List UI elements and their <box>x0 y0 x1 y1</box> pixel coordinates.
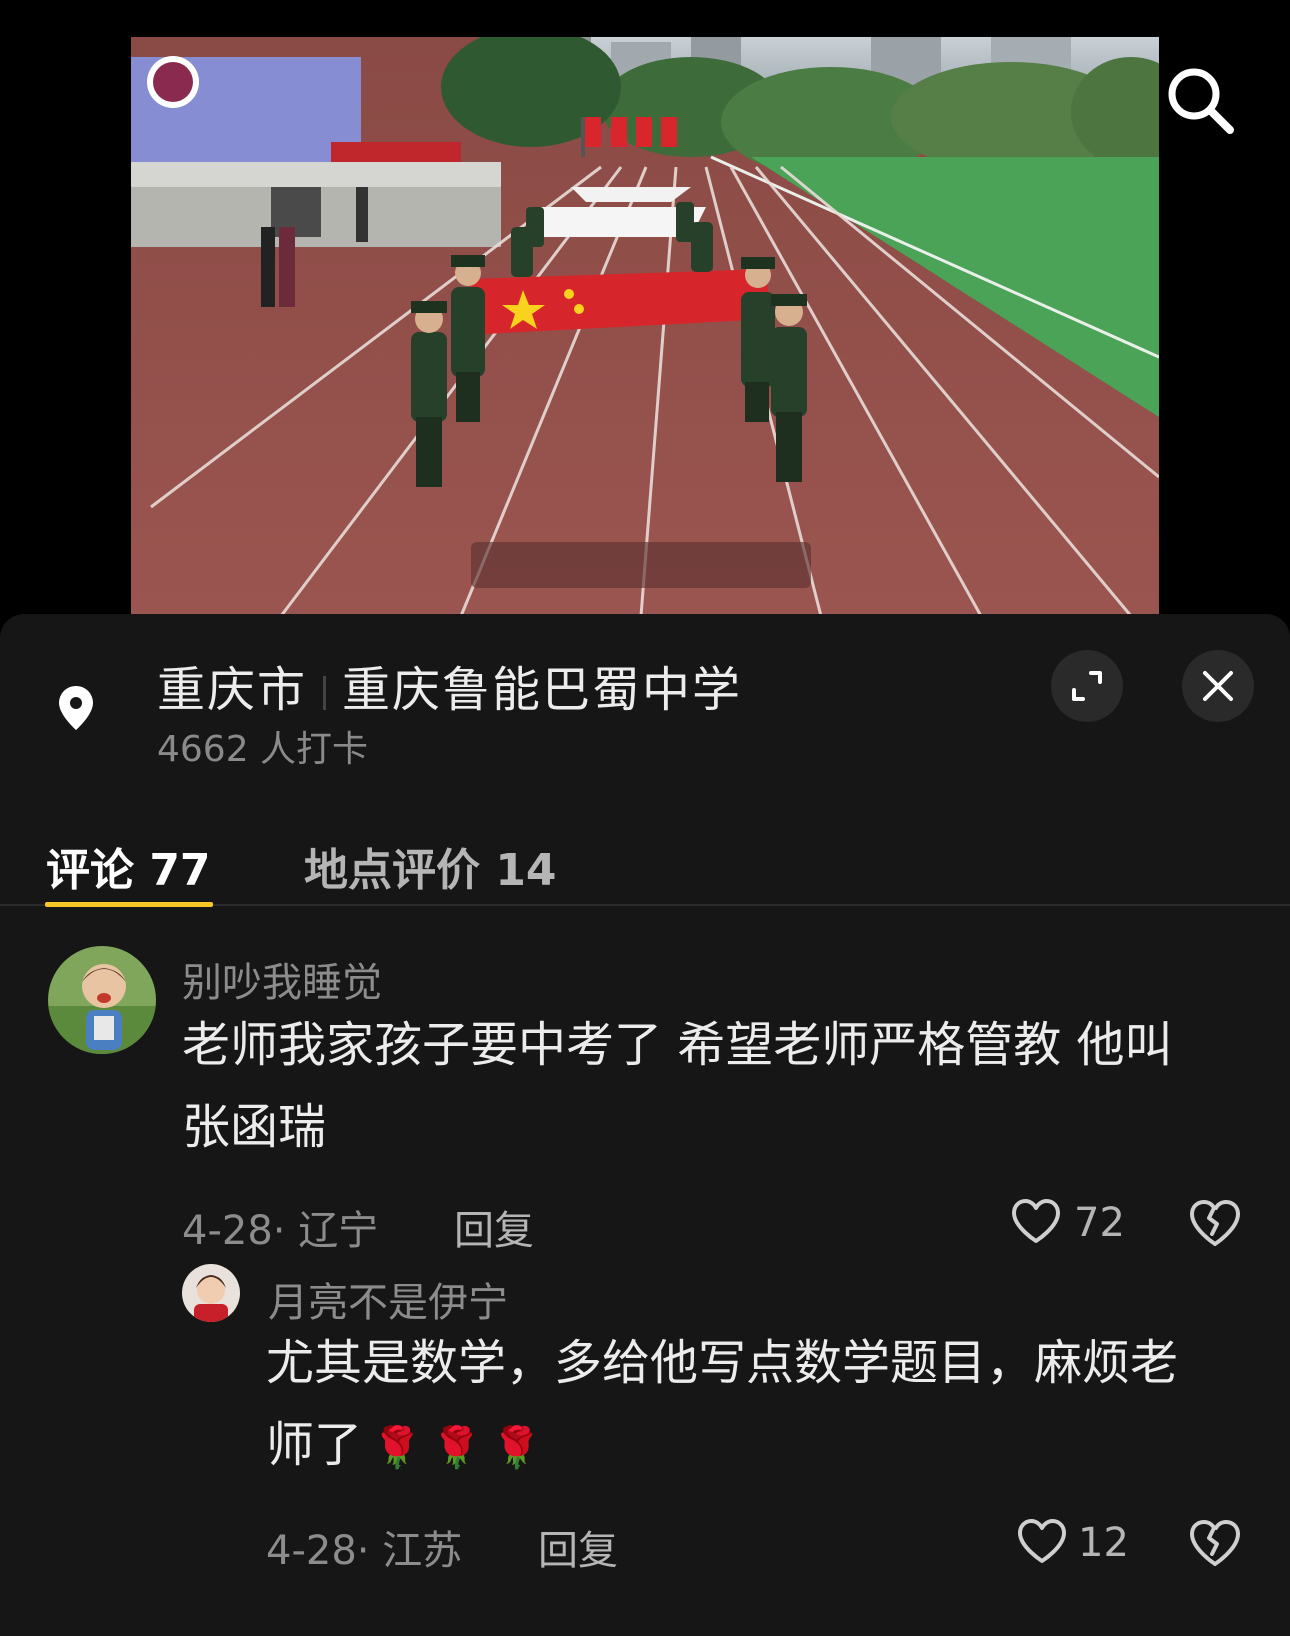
reply-text-line: 尤其是数学，多给他写点数学题目，麻烦老 <box>266 1335 1179 1391</box>
reply-text: 尤其是数学，多给他写点数学题目，麻烦老 师了 🌹 🌹 🌹 <box>266 1322 1256 1489</box>
reply-meta: 4-28· 江苏 <box>266 1528 463 1574</box>
avatar[interactable] <box>48 946 156 1054</box>
avatar-image <box>182 1264 240 1322</box>
video-frame[interactable] <box>131 37 1159 616</box>
active-tab-indicator <box>45 902 213 907</box>
reply-item: 月亮不是伊宁 尤其是数学，多给他写点数学题目，麻烦老 师了 🌹 🌹 🌹 4-28· 江… <box>0 1264 1290 1584</box>
broken-heart-icon <box>1190 1200 1240 1246</box>
location-header: 重庆市 重庆鲁能巴蜀中学 4662 人打卡 <box>0 614 1290 784</box>
heart-icon <box>1018 1519 1066 1563</box>
rose-emoji: 🌹 <box>431 1425 482 1471</box>
location-pin-icon <box>59 686 93 730</box>
heart-icon <box>1012 1199 1060 1243</box>
like-button[interactable]: 72 <box>1010 1194 1140 1250</box>
reply-username[interactable]: 月亮不是伊宁 <box>268 1270 508 1328</box>
comment-username[interactable]: 别吵我睡觉 <box>182 950 382 1008</box>
expand-icon <box>1072 671 1102 701</box>
title-divider <box>323 676 327 710</box>
location-place: 重庆鲁能巴蜀中学 <box>342 662 743 718</box>
location-sheet: 重庆市 重庆鲁能巴蜀中学 4662 人打卡 评论 77 地点评价 14 别吵我睡… <box>0 614 1290 1636</box>
search-button[interactable] <box>1160 60 1240 140</box>
like-count: 12 <box>1078 1520 1129 1566</box>
dislike-button[interactable] <box>1187 1196 1243 1252</box>
location-title[interactable]: 重庆市 重庆鲁能巴蜀中学 <box>157 650 742 720</box>
comment-meta: 4-28· 辽宁 <box>182 1208 379 1254</box>
close-icon <box>1203 671 1233 701</box>
location-city: 重庆市 <box>157 662 308 718</box>
video-thumbnail-image <box>131 37 1159 616</box>
rose-emoji: 🌹 <box>491 1425 542 1471</box>
comment-item: 别吵我睡觉 老师我家孩子要中考了 希望老师严格管教 他叫 张函瑞 4-28· 辽… <box>0 944 1290 1254</box>
reply-text-line: 师了 🌹 🌹 🌹 <box>266 1417 542 1473</box>
reply-button[interactable]: 回复 <box>454 1198 534 1256</box>
checkin-count: 4662 人打卡 <box>157 729 369 770</box>
tab-location-reviews[interactable]: 地点评价 14 <box>304 834 557 898</box>
search-icon <box>1168 68 1234 134</box>
rose-emoji: 🌹 <box>372 1425 422 1471</box>
comment-text-line: 张函瑞 <box>182 1099 327 1155</box>
like-count: 72 <box>1074 1200 1125 1246</box>
like-button[interactable]: 12 <box>1016 1514 1146 1570</box>
reply-button[interactable]: 回复 <box>538 1518 618 1576</box>
comment-text-line: 老师我家孩子要中考了 希望老师严格管教 他叫 <box>182 1017 1173 1073</box>
broken-heart-icon <box>1190 1520 1240 1566</box>
avatar[interactable] <box>182 1264 240 1322</box>
tab-bar: 评论 77 地点评价 14 <box>0 784 1290 907</box>
avatar-image <box>48 946 156 1054</box>
expand-button[interactable] <box>1051 650 1123 722</box>
close-button[interactable] <box>1182 650 1254 722</box>
dislike-button[interactable] <box>1187 1516 1243 1572</box>
comment-text: 老师我家孩子要中考了 希望老师严格管教 他叫 张函瑞 <box>182 1004 1252 1168</box>
tab-comments[interactable]: 评论 77 <box>46 834 211 898</box>
video-player[interactable] <box>0 0 1290 616</box>
